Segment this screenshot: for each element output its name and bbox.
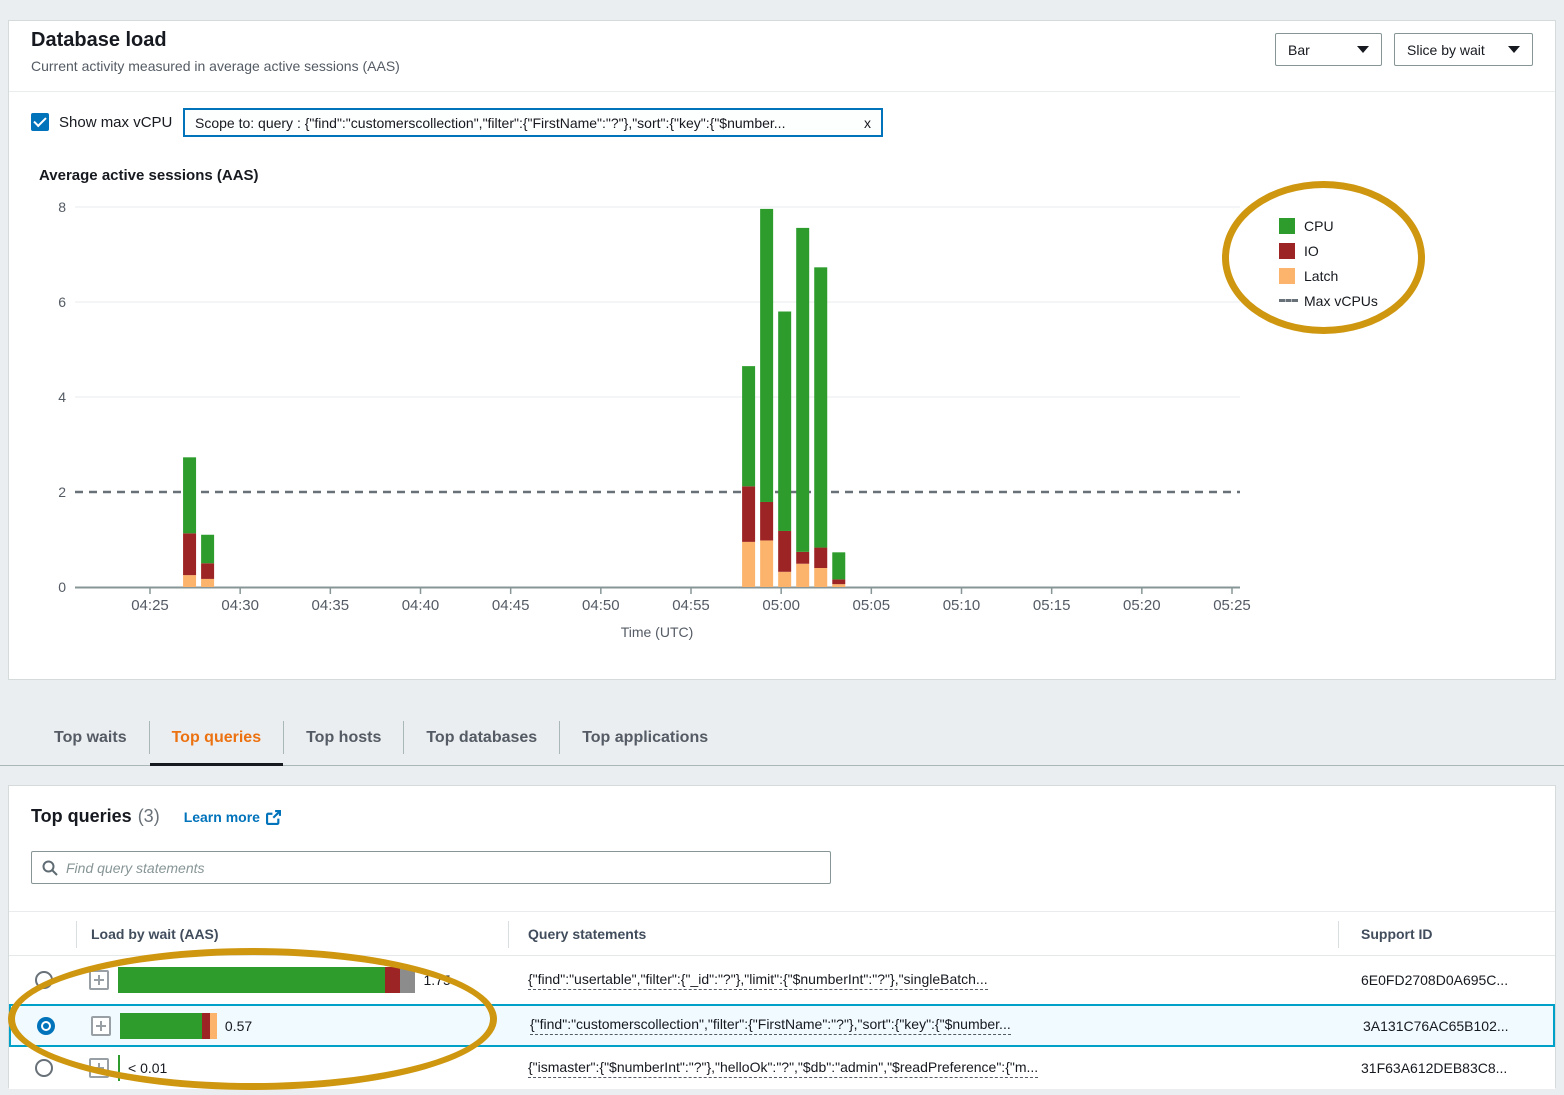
tab-top-databases[interactable]: Top databases (404, 710, 559, 765)
legend-item-max-vcpus[interactable]: Max vCPUs (1279, 288, 1378, 313)
tab-top-queries[interactable]: Top queries (150, 710, 284, 765)
io-swatch-icon (1279, 243, 1295, 259)
chart-type-value: Bar (1288, 42, 1310, 58)
load-segment-io (385, 967, 400, 993)
column-divider (508, 921, 509, 948)
chevron-down-icon (1357, 46, 1369, 53)
slice-by-value: Slice by wait (1407, 42, 1485, 58)
expand-row-button[interactable] (89, 970, 109, 990)
max-vcpus-dash-icon (1279, 299, 1298, 302)
scope-filter-text: Scope to: query : {"find":"customerscoll… (195, 115, 856, 131)
load-segment-other (400, 967, 415, 993)
load-segment-cpu (118, 1055, 120, 1081)
header-divider (9, 91, 1555, 92)
query-statement[interactable]: {"find":"usertable","filter":{"_id":"?"}… (528, 971, 988, 990)
load-segment-cpu (120, 1013, 202, 1039)
top-queries-panel: Top queries (3) Learn more Load b (8, 785, 1556, 1088)
page-title: Database load (31, 29, 167, 52)
query-statement[interactable]: {"find":"customerscollection","filter":{… (530, 1016, 1011, 1035)
load-segment-latch (210, 1013, 217, 1039)
dismiss-filter-button[interactable]: x (864, 115, 871, 131)
latch-swatch-icon (1279, 268, 1295, 284)
load-by-wait-bar (118, 1055, 120, 1081)
table-row[interactable]: 1.75 {"find":"usertable","filter":{"_id"… (9, 956, 1555, 1004)
load-value: < 0.01 (128, 1060, 167, 1076)
support-id: 3A131C76AC65B102... (1340, 1018, 1553, 1034)
load-segment-io (202, 1013, 211, 1039)
page-subtitle: Current activity measured in average act… (31, 58, 400, 74)
row-radio-selected[interactable] (37, 1017, 55, 1035)
load-by-wait-bar (118, 967, 415, 993)
legend-item-latch[interactable]: Latch (1279, 263, 1378, 288)
database-load-panel: Database load Current activity measured … (8, 20, 1556, 680)
query-search-box (31, 851, 831, 884)
top-queries-title: Top queries (31, 806, 132, 827)
column-header-support: Support ID (1361, 926, 1433, 942)
learn-more-link[interactable]: Learn more (184, 809, 281, 825)
load-value: 1.75 (423, 972, 450, 988)
chart-title: Average active sessions (AAS) (39, 167, 259, 184)
table-row[interactable]: < 0.01 {"ismaster":{"$numberInt":"?"},"h… (9, 1047, 1555, 1089)
row-radio[interactable] (35, 1059, 53, 1077)
legend-item-cpu[interactable]: CPU (1279, 213, 1378, 238)
query-statement[interactable]: {"ismaster":{"$numberInt":"?"},"helloOk"… (528, 1059, 1038, 1078)
chevron-down-icon (1508, 46, 1520, 53)
table-row-selected[interactable]: 0.57 {"find":"customerscollection","filt… (9, 1004, 1555, 1047)
column-divider (76, 921, 77, 948)
tab-top-waits[interactable]: Top waits (32, 710, 149, 765)
support-id: 6E0FD2708D0A695C... (1338, 972, 1555, 988)
load-segment-cpu (118, 967, 385, 993)
top-queries-count: (3) (138, 806, 160, 827)
column-header-load: Load by wait (AAS) (91, 926, 219, 942)
chart-legend: CPU IO Latch Max vCPUs (1279, 213, 1378, 313)
scope-filter-tag: Scope to: query : {"find":"customerscoll… (183, 108, 883, 137)
table-header: Load by wait (AAS) Query statements Supp… (9, 911, 1555, 956)
cpu-swatch-icon (1279, 218, 1295, 234)
external-link-icon (266, 810, 281, 825)
tab-bar: Top waits Top queries Top hosts Top data… (0, 710, 1564, 766)
performance-insights-page: Database load Current activity measured … (0, 0, 1564, 1095)
show-max-vcpu-checkbox[interactable] (31, 113, 49, 131)
expand-row-button[interactable] (91, 1016, 111, 1036)
legend-item-io[interactable]: IO (1279, 238, 1378, 263)
slice-by-dropdown[interactable]: Slice by wait (1394, 33, 1533, 66)
expand-row-button[interactable] (89, 1058, 109, 1078)
row-radio[interactable] (35, 971, 53, 989)
search-icon (42, 860, 58, 876)
tab-top-hosts[interactable]: Top hosts (284, 710, 403, 765)
support-id: 31F63A612DEB83C8... (1338, 1060, 1555, 1076)
column-divider (1338, 921, 1339, 948)
chart-type-dropdown[interactable]: Bar (1275, 33, 1382, 66)
show-max-vcpu-label: Show max vCPU (59, 114, 172, 131)
tab-top-applications[interactable]: Top applications (560, 710, 730, 765)
search-input[interactable] (66, 860, 820, 876)
query-table-body: 1.75 {"find":"usertable","filter":{"_id"… (9, 956, 1555, 1089)
load-value: 0.57 (225, 1018, 252, 1034)
load-by-wait-bar (120, 1013, 217, 1039)
column-header-query: Query statements (528, 926, 646, 942)
